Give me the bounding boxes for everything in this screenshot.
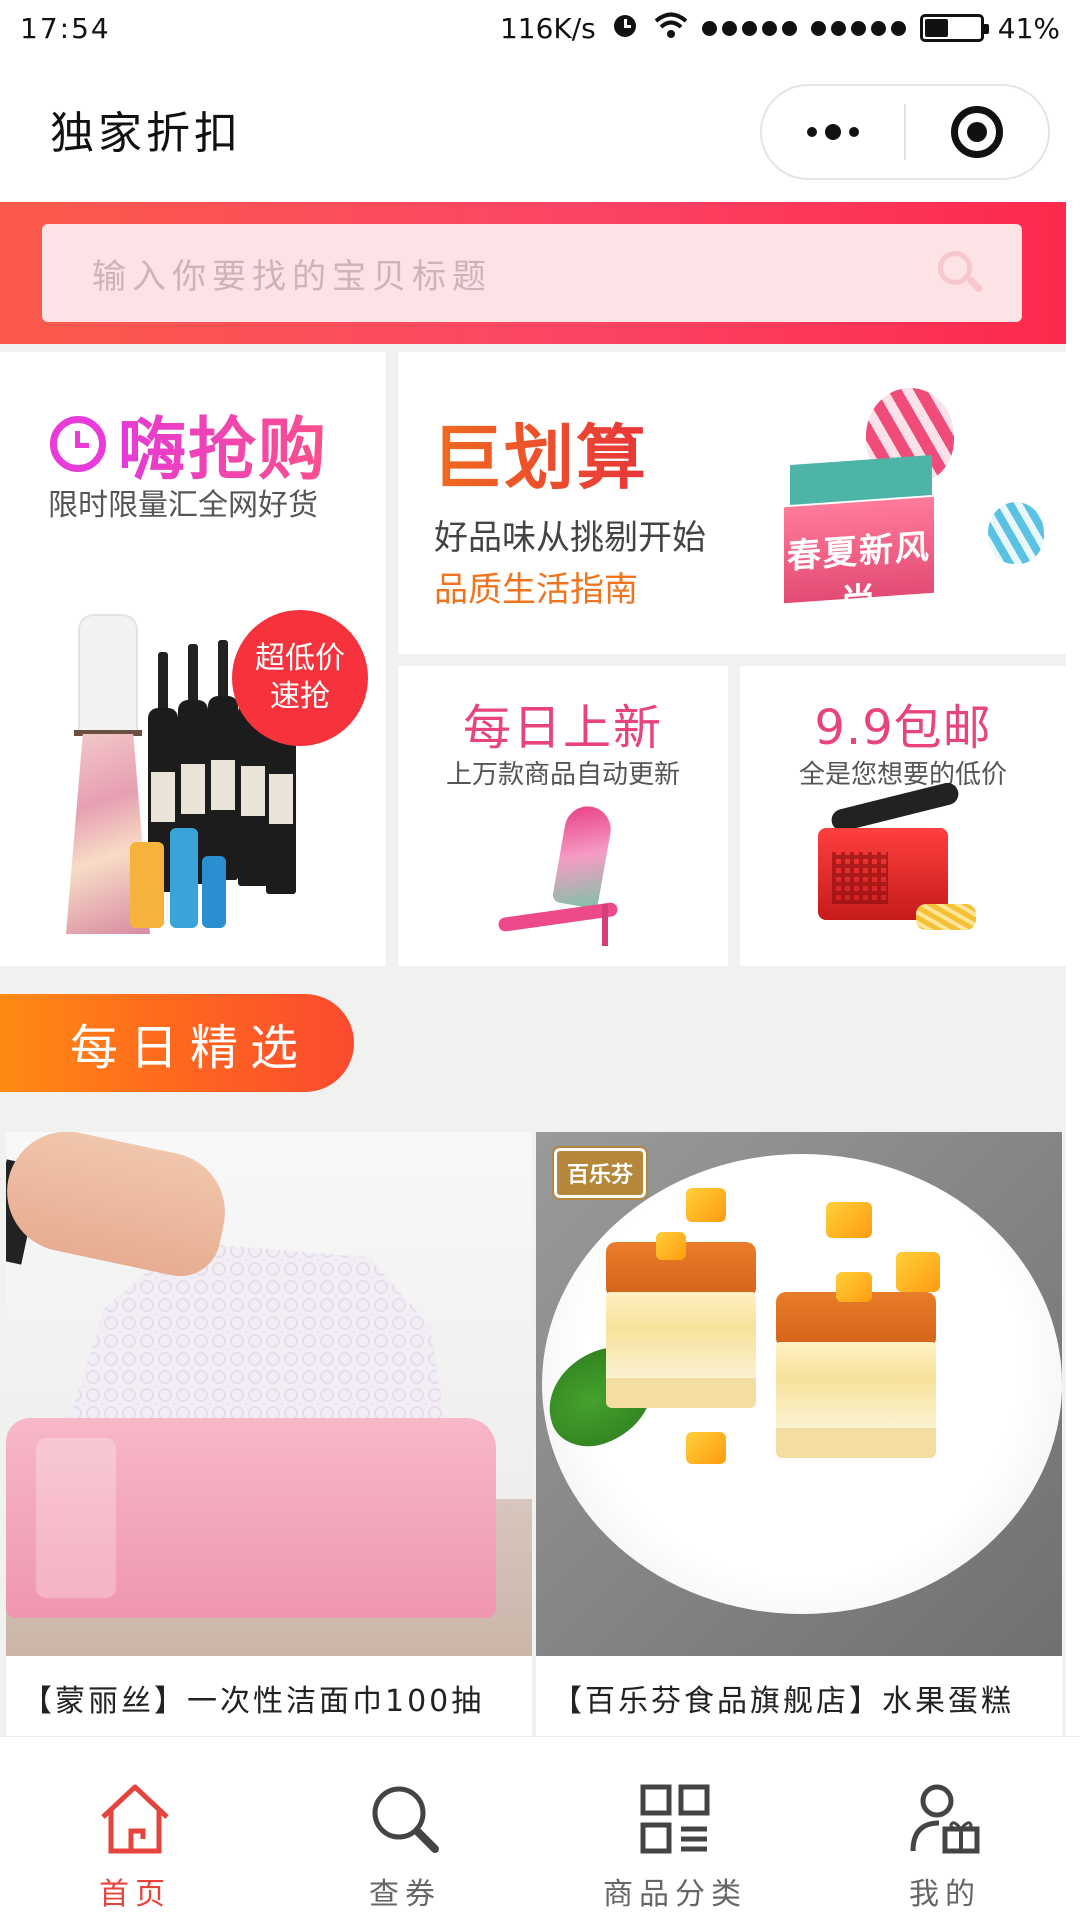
product-grid: 【蒙丽丝】一次性洁面巾100抽 百乐芬 【百乐芬食品旗舰店】水果蛋糕 <box>0 1132 1066 1736</box>
title-bar: 独家折扣 <box>0 56 1080 202</box>
product-name: 【百乐芬食品旗舰店】水果蛋糕 <box>552 1684 1014 1719</box>
signal-strength-icon-2 <box>810 20 906 36</box>
mini-program-capsule <box>760 84 1050 180</box>
tab-label: 首页 <box>99 1877 171 1912</box>
signal-strength-icon <box>701 20 797 36</box>
cosmetic-bottle-image <box>202 856 226 928</box>
user-gift-icon <box>905 1779 985 1859</box>
promo-title: 9.9包邮 <box>814 700 992 756</box>
target-icon <box>951 106 1003 158</box>
cosmetic-tube-image <box>130 842 164 928</box>
promo-9-9-free-shipping[interactable]: 9.9包邮 全是您想要的低价 <box>740 666 1066 966</box>
discount-badge: 超低价 速抢 <box>232 610 368 746</box>
battery-fill <box>924 19 948 37</box>
promo-subtitle: 限时限量汇全网好货 <box>48 488 318 523</box>
fries-image <box>916 904 976 930</box>
promo-grid: 嗨抢购 限时限量汇全网好货 超低价 速抢 巨划算 好品味从挑剔开始 品质生活指南… <box>0 344 1066 966</box>
search-icon <box>365 1779 445 1859</box>
promo-ju-hua-suan[interactable]: 巨划算 好品味从挑剔开始 品质生活指南 春夏新风尚 <box>398 352 1066 654</box>
home-icon <box>95 1779 175 1859</box>
tab-categories[interactable]: 商品分类 <box>540 1737 810 1920</box>
promo-hai-qiang-gou[interactable]: 嗨抢购 限时限量汇全网好货 超低价 速抢 <box>0 352 386 966</box>
status-bar: 17:54 116K/s 41% <box>0 0 1080 56</box>
tab-label: 商品分类 <box>603 1877 747 1912</box>
close-mini-program-button[interactable] <box>906 86 1048 178</box>
promo-subtitle: 全是您想要的低价 <box>798 760 1007 790</box>
battery-percent: 41% <box>997 11 1060 45</box>
balloon-image <box>988 502 1044 564</box>
badge-line-1: 超低价 <box>255 641 345 676</box>
product-card[interactable]: 【蒙丽丝】一次性洁面巾100抽 <box>6 1132 532 1736</box>
status-time: 17:54 <box>20 11 111 45</box>
tab-mine[interactable]: 我的 <box>810 1737 1080 1920</box>
more-button[interactable] <box>762 86 904 178</box>
promo-tagline: 品质生活指南 <box>434 570 638 610</box>
tab-label: 我的 <box>909 1877 981 1912</box>
promo-title: 巨划算 <box>432 402 648 503</box>
gift-box-text: 春夏新风尚 <box>787 526 931 623</box>
section-title-pill: 每日精选 <box>0 994 354 1092</box>
section-title: 每日精选 <box>70 1020 311 1076</box>
battery-icon <box>919 14 989 42</box>
cosmetic-bottle-image <box>170 828 198 928</box>
page-title: 独家折扣 <box>50 108 242 159</box>
product-image <box>6 1132 532 1656</box>
tab-coupons[interactable]: 查券 <box>270 1737 540 1920</box>
search-placeholder: 输入你要找的宝贝标题 <box>92 256 492 297</box>
product-image: 百乐芬 <box>536 1132 1062 1656</box>
search-icon[interactable] <box>938 251 984 295</box>
tab-label: 查券 <box>369 1877 441 1912</box>
promo-title: 每日上新 <box>462 700 663 756</box>
brand-logo: 百乐芬 <box>554 1148 646 1198</box>
alarm-clock-icon <box>50 415 106 472</box>
wifi-icon <box>654 10 688 47</box>
search-band: 输入你要找的宝贝标题 <box>0 202 1066 344</box>
category-grid-icon <box>635 1779 715 1859</box>
badge-line-2: 速抢 <box>270 679 330 714</box>
tab-home[interactable]: 首页 <box>0 1737 270 1920</box>
promo-subtitle: 上万款商品自动更新 <box>445 760 680 790</box>
network-speed: 116K/s <box>499 11 596 45</box>
product-card[interactable]: 百乐芬 【百乐芬食品旗舰店】水果蛋糕 <box>536 1132 1062 1736</box>
status-indicators: 116K/s 41% <box>500 10 1060 47</box>
hai-title-row: 嗨抢购 <box>50 394 328 493</box>
search-input[interactable]: 输入你要找的宝贝标题 <box>42 224 1022 322</box>
bottom-tab-bar: 首页 查券 商品分类 我的 <box>0 1736 1080 1920</box>
product-name: 【蒙丽丝】一次性洁面巾100抽 <box>22 1684 485 1719</box>
daily-picks-section-header: 每日精选 <box>0 966 1066 1132</box>
promo-title: 嗨抢购 <box>118 394 328 493</box>
high-heel-image <box>497 802 638 946</box>
promo-subtitle: 好品味从挑剔开始 <box>434 518 706 558</box>
more-dots-icon <box>807 124 859 140</box>
promo-mei-ri-shang-xin[interactable]: 每日上新 上万款商品自动更新 <box>398 666 728 966</box>
gift-box-image: 春夏新风尚 <box>784 496 934 622</box>
alarm-status-icon <box>610 10 640 47</box>
